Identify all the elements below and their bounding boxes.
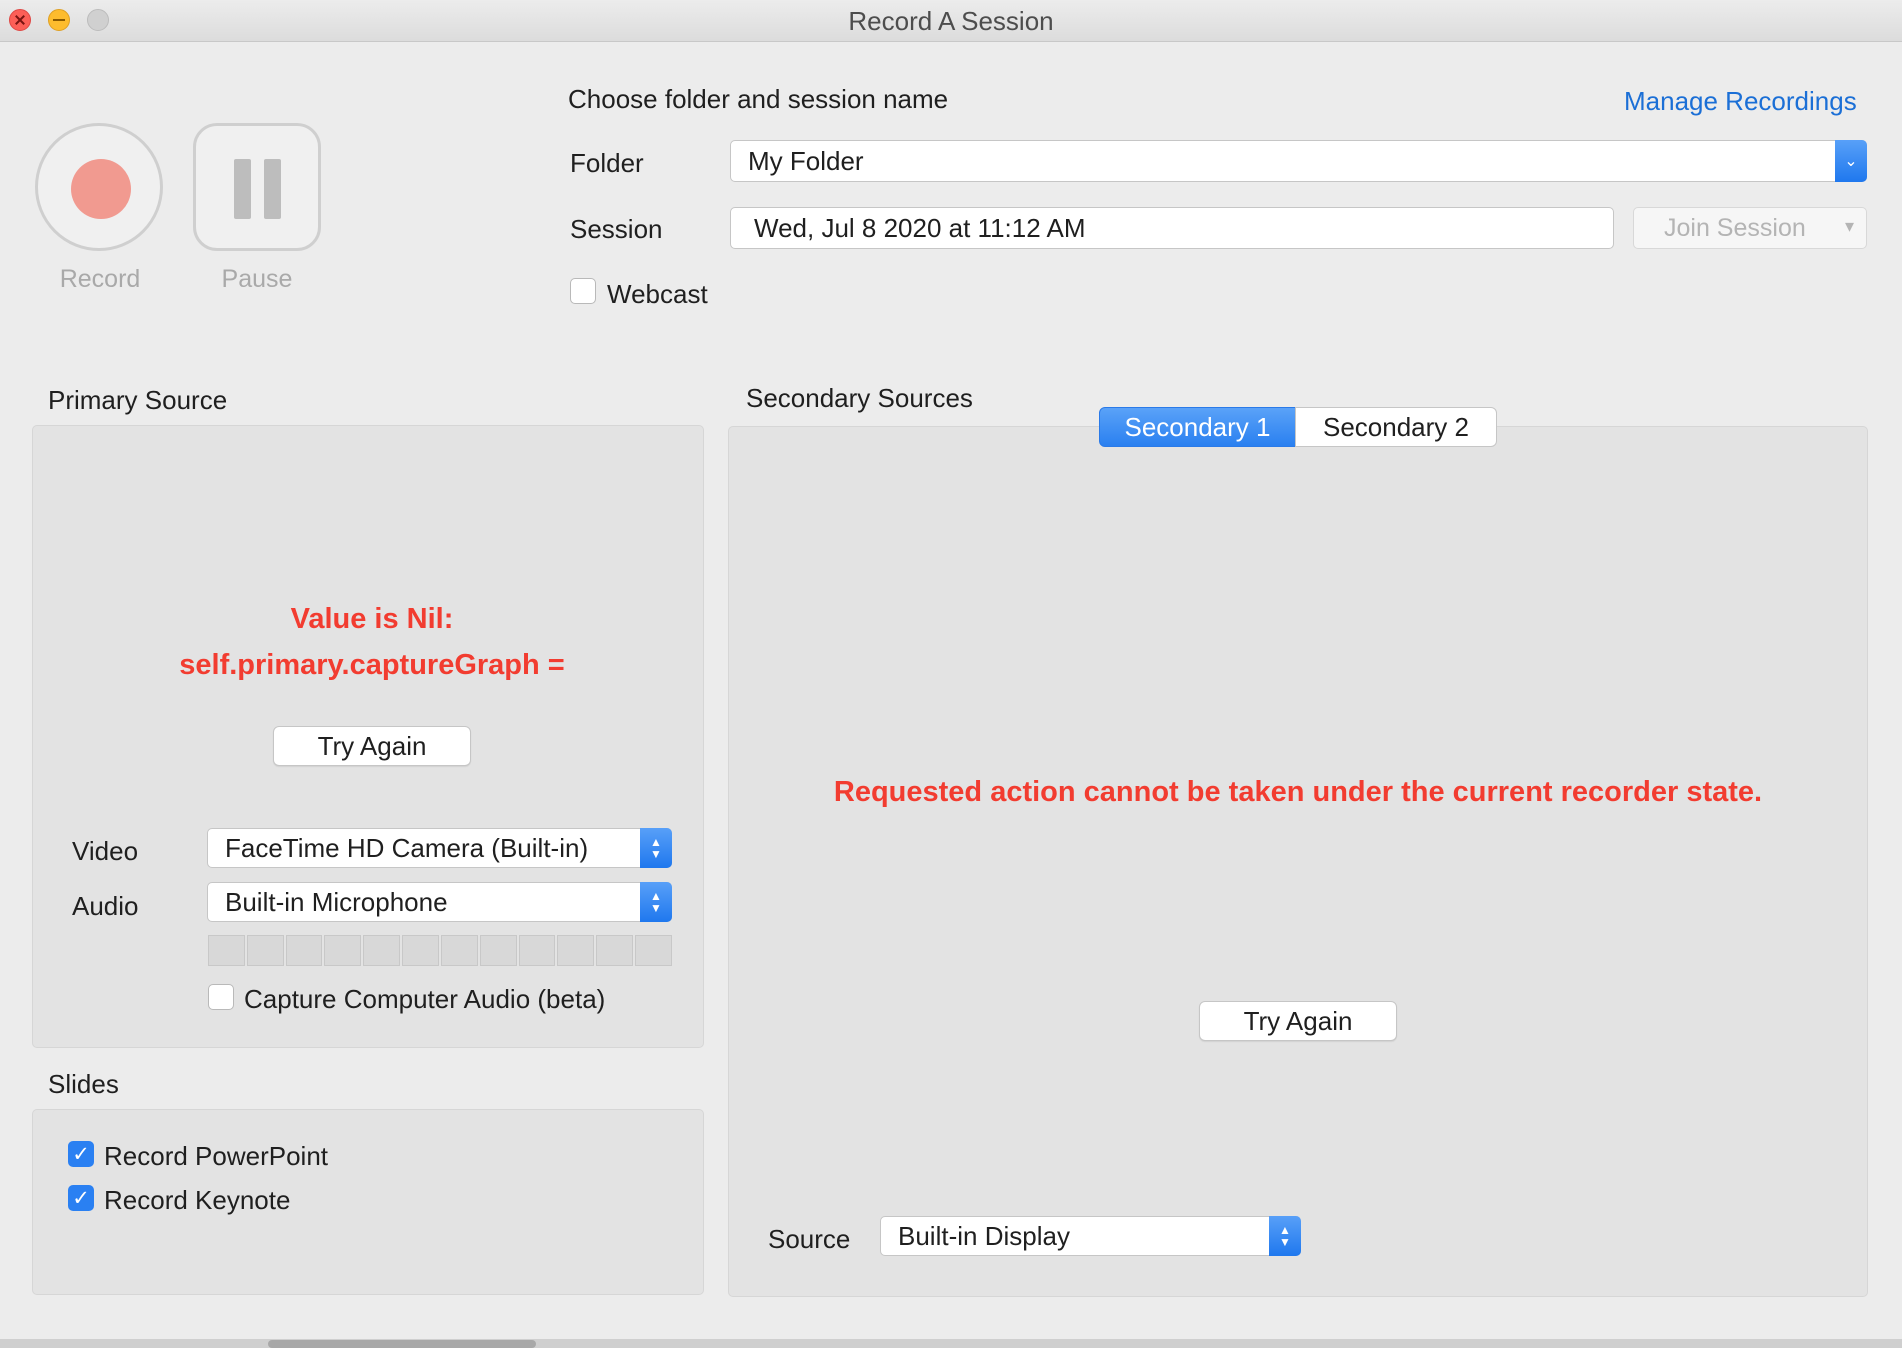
folder-label: Folder <box>570 148 644 178</box>
secondary-sources-panel <box>728 426 1868 1297</box>
stepper-icon: ▲ ▼ <box>640 828 672 868</box>
primary-error-line2: self.primary.captureGraph = <box>179 649 565 681</box>
audio-label: Audio <box>72 891 139 921</box>
video-value: FaceTime HD Camera (Built-in) <box>225 832 589 863</box>
primary-source-title: Primary Source <box>48 385 228 415</box>
dropdown-arrow-icon: ▾ <box>1844 216 1854 236</box>
primary-try-again-button[interactable]: Try Again <box>273 726 471 766</box>
primary-error-line1: Value is Nil: <box>290 603 454 635</box>
secondary-try-again-button[interactable]: Try Again <box>1199 1001 1397 1041</box>
secondary-sources-title: Secondary Sources <box>746 383 973 413</box>
folder-value: My Folder <box>748 145 864 176</box>
scrollbar-thumb[interactable] <box>268 1340 536 1348</box>
secondary-error: Requested action cannot be taken under t… <box>833 776 1763 808</box>
audio-value: Built-in Microphone <box>225 886 448 917</box>
source-label: Source <box>768 1224 851 1254</box>
stepper-icon: ▲ ▼ <box>1269 1216 1301 1256</box>
record-button[interactable] <box>35 123 163 251</box>
record-keynote-checkbox[interactable]: ✓ <box>68 1185 94 1211</box>
pause-label: Pause <box>221 265 293 293</box>
window-title: Record A Session <box>848 6 1054 36</box>
record-powerpoint-checkbox[interactable]: ✓ <box>68 1141 94 1167</box>
audio-select[interactable]: Built-in Microphone ▲ ▼ <box>207 882 672 922</box>
webcast-label: Webcast <box>607 279 708 309</box>
record-powerpoint-label: Record PowerPoint <box>104 1141 328 1171</box>
tab-secondary-2[interactable]: Secondary 2 <box>1295 407 1497 447</box>
join-session-label: Join Session <box>1664 213 1806 242</box>
record-icon <box>71 159 131 219</box>
capture-computer-audio-checkbox[interactable] <box>208 984 234 1010</box>
session-label: Session <box>570 214 663 244</box>
session-heading: Choose folder and session name <box>568 84 949 114</box>
manage-recordings-link[interactable]: Manage Recordings <box>1624 86 1857 117</box>
record-keynote-label: Record Keynote <box>104 1185 291 1215</box>
record-label: Record <box>59 265 141 293</box>
session-name-value: Wed, Jul 8 2020 at 11:12 AM <box>754 212 1086 243</box>
session-name-input[interactable]: Wed, Jul 8 2020 at 11:12 AM <box>730 207 1614 249</box>
video-label: Video <box>72 836 139 866</box>
join-session-button[interactable]: Join Session ▾ <box>1633 207 1867 249</box>
checkmark-icon: ✓ <box>72 1186 90 1210</box>
webcast-checkbox[interactable] <box>570 278 596 304</box>
source-select[interactable]: Built-in Display ▲ ▼ <box>880 1216 1301 1256</box>
stepper-icon: ▲ ▼ <box>640 882 672 922</box>
pause-button[interactable] <box>193 123 321 251</box>
video-select[interactable]: FaceTime HD Camera (Built-in) ▲ ▼ <box>207 828 672 868</box>
folder-select[interactable]: My Folder ⌄ <box>730 140 1867 182</box>
chevron-down-icon: ⌄ <box>1835 140 1867 182</box>
capture-computer-audio-label: Capture Computer Audio (beta) <box>244 984 606 1014</box>
checkmark-icon: ✓ <box>72 1142 90 1166</box>
source-value: Built-in Display <box>898 1220 1070 1251</box>
tab-secondary-1[interactable]: Secondary 1 <box>1099 407 1296 447</box>
slides-title: Slides <box>48 1069 119 1099</box>
audio-level-meter <box>208 935 672 966</box>
